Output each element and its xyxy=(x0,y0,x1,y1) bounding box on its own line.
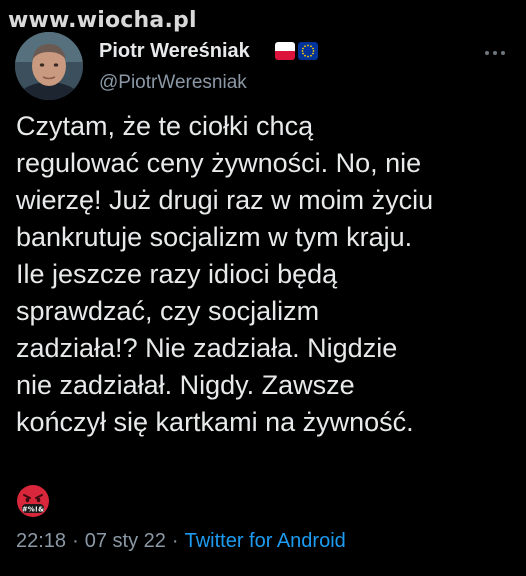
tweet-line: kończył się kartkami na żywność. xyxy=(16,407,414,437)
avatar[interactable] xyxy=(15,32,83,100)
profile-flags xyxy=(275,42,318,60)
face-with-symbols-on-mouth-icon: #%!& xyxy=(17,485,49,517)
tweet-line: nie zadziałał. Nigdy. Zawsze xyxy=(16,370,355,400)
author-display-name[interactable]: Piotr Wereśniak xyxy=(99,40,250,63)
tweet-source-link[interactable]: Twitter for Android xyxy=(185,530,346,552)
tweet-line: Czytam, że te ciołki chcą xyxy=(16,111,314,141)
tweet-line: regulować ceny żywności. No, nie xyxy=(16,148,422,178)
tweet-line: sprawdzać, czy socjalizm xyxy=(16,296,320,326)
more-dot xyxy=(501,51,505,55)
tweet-line: zadziała!? Nie zadziała. Nigdzie xyxy=(16,333,398,363)
tweet-time[interactable]: 22:18 xyxy=(16,530,66,552)
tweet-text: Czytam, że te ciołki chcą regulować ceny… xyxy=(16,108,516,441)
tweet-metadata: 22:18 · 07 sty 22 · Twitter for Android xyxy=(16,530,346,553)
eu-flag-icon xyxy=(298,42,318,60)
avatar-photo xyxy=(15,32,83,100)
meta-separator: · xyxy=(72,530,79,552)
emoji-symbols-label: #%!& xyxy=(22,505,44,513)
more-dot xyxy=(493,51,497,55)
more-options-icon[interactable] xyxy=(478,38,512,68)
tweet-line: Ile jeszcze razy idioci będą xyxy=(16,259,338,289)
poland-flag-icon xyxy=(275,42,295,60)
tweet-line: bankrutuje socjalizm w tym kraju. xyxy=(16,222,413,252)
watermark: www.wiocha.pl xyxy=(8,8,197,33)
tweet-date[interactable]: 07 sty 22 xyxy=(85,530,166,552)
tweet-line: wierzę! Już drugi raz w moim życiu xyxy=(16,185,434,215)
meta-separator: · xyxy=(171,530,179,552)
author-handle[interactable]: @PiotrWeresniak xyxy=(99,72,247,94)
more-dot xyxy=(485,51,489,55)
